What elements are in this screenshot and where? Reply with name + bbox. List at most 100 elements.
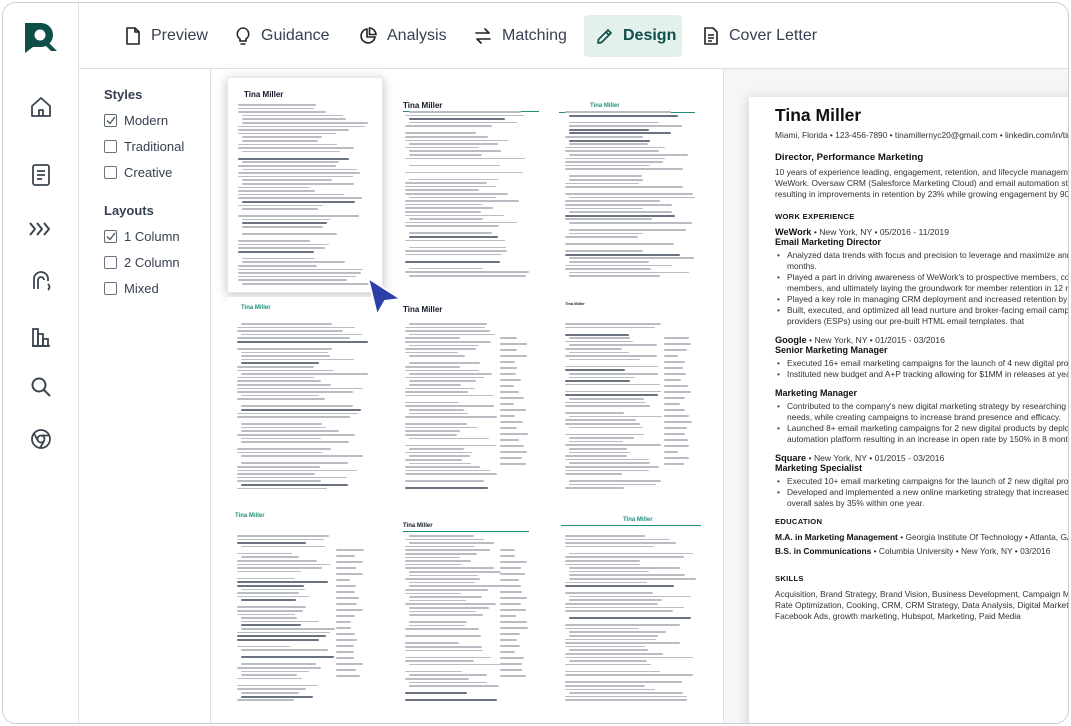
bar-chart-icon[interactable] [27, 323, 55, 351]
thumb-text-line [237, 567, 323, 569]
checkbox[interactable] [104, 282, 117, 295]
tab-analysis[interactable]: Analysis [347, 15, 459, 57]
tab-preview[interactable]: Preview [113, 15, 220, 57]
tab-guidance[interactable]: Guidance [223, 15, 342, 57]
thumb-text-line [565, 624, 681, 626]
thumb-text-line [241, 656, 334, 659]
bullet-line: months. [787, 261, 817, 271]
template-thumb[interactable]: Tina Miller [227, 297, 383, 497]
thumb-text-line [565, 656, 694, 659]
option-label: Creative [124, 165, 173, 180]
layout-option-mixed[interactable]: Mixed [104, 281, 159, 296]
education-detail: • Georgia Institute Of Technology • Atla… [900, 532, 1068, 542]
home-icon[interactable] [27, 93, 55, 121]
company-name: Google [775, 335, 807, 345]
layout-option-1-column[interactable]: 1 Column [104, 229, 180, 244]
search-icon[interactable] [27, 373, 55, 401]
thumb-text-line [409, 599, 467, 602]
bullet-line: automation platform resulting in an incr… [787, 434, 1068, 444]
tab-cover-letter[interactable]: Cover Letter [691, 15, 829, 57]
thumb-text-line [565, 469, 649, 472]
style-option-modern[interactable]: Modern [104, 113, 168, 128]
template-thumb-selected[interactable]: Tina Miller [227, 77, 383, 293]
accent-rule [403, 531, 529, 533]
chevrons-icon[interactable] [27, 215, 55, 243]
thumb-text-line [241, 441, 349, 443]
job-role: Senior Marketing Manager [775, 345, 888, 355]
speech-icon[interactable] [27, 267, 55, 295]
thumb-sidebar-line [664, 367, 684, 369]
thumb-text-line [241, 599, 296, 602]
checkbox[interactable] [104, 166, 117, 179]
thumb-text-line [405, 250, 507, 252]
template-thumb[interactable]: Tina Miller [555, 509, 711, 709]
summary-line: 10 years of experience leading, engageme… [775, 167, 1068, 177]
template-thumb[interactable]: Tina Miller [395, 509, 545, 709]
job-bullets: Analyzed data trends with focus and prec… [775, 250, 1068, 327]
job-location-dates: • New York, NY • 01/2015 - 03/2016 [808, 453, 945, 463]
skills-line: Acquisition, Brand Strategy, Brand Visio… [775, 589, 1068, 599]
thumb-sidebar-line [500, 621, 528, 623]
thumb-text-line [409, 380, 476, 382]
template-thumb[interactable]: Tina Miller [555, 297, 711, 497]
thumb-text-line [565, 355, 657, 357]
thumb-text-line [405, 193, 508, 195]
template-thumb[interactable]: Tina Miller [395, 85, 545, 285]
template-thumb[interactable]: Tina Miller [555, 85, 711, 285]
thumb-text-line [241, 588, 306, 591]
thumb-text-line [405, 563, 462, 566]
thumb-text-line [405, 326, 486, 329]
thumb-text-line [238, 279, 347, 281]
thumb-text-line [565, 405, 650, 407]
thumb-text-line [565, 326, 656, 329]
sidebar-rail [3, 3, 79, 723]
thumb-text-line [565, 340, 634, 343]
thumb-text-line [241, 620, 319, 623]
thumb-sidebar-line [336, 609, 363, 611]
thumb-text-line [565, 458, 649, 461]
thumb-text-line [409, 542, 494, 544]
chrome-icon[interactable] [27, 425, 55, 453]
layout-option-2-column[interactable]: 2 Column [104, 255, 180, 270]
checkbox[interactable] [104, 140, 117, 153]
tab-design[interactable]: Design [584, 15, 682, 57]
tab-matching[interactable]: Matching [462, 15, 579, 57]
thumb-text-line [405, 466, 481, 468]
thumb-text-line [405, 391, 468, 393]
thumb-text-line [238, 272, 362, 274]
thumb-text-line [241, 674, 297, 676]
thumb-sidebar-line [336, 669, 356, 671]
thumb-text-line [237, 480, 321, 482]
style-option-creative[interactable]: Creative [104, 165, 172, 180]
bullet-line: Launched 8+ email marketing campaigns fo… [775, 423, 1068, 434]
checkbox[interactable] [104, 256, 117, 269]
style-option-traditional[interactable]: Traditional [104, 139, 184, 154]
thumb-text-line [409, 267, 484, 270]
thumb-sidebar-line [500, 439, 520, 441]
file-icon [126, 27, 140, 45]
bullet-line: members, and ultimately laying the groun… [787, 283, 1068, 293]
thumb-text-line [237, 451, 323, 454]
thumb-text-line [237, 380, 322, 382]
thumb-sidebar-line [664, 343, 692, 345]
resume-name: Tina Miller [775, 105, 862, 125]
template-thumb[interactable]: Tina Miller [227, 509, 383, 709]
thumb-text-line [409, 571, 502, 573]
app-logo[interactable] [19, 19, 63, 55]
tab-label: Design [623, 27, 677, 44]
thumb-sidebar-line [336, 573, 364, 575]
degree: B.S. in Communications [775, 546, 872, 556]
thumb-text-line [565, 699, 688, 701]
thumb-text-line [409, 462, 471, 465]
thumb-text-line [565, 394, 658, 397]
thumb-sidebar-line [336, 639, 358, 641]
document-list-icon[interactable] [27, 161, 55, 189]
thumb-sidebar-line [664, 451, 679, 453]
thumb-text-line [569, 139, 651, 142]
job-role: Marketing Manager [775, 388, 858, 398]
thumb-text-line [565, 688, 656, 691]
checkbox-checked[interactable] [104, 114, 117, 127]
thumb-text-line [405, 426, 478, 429]
template-thumb[interactable]: Tina Miller [395, 297, 545, 497]
checkbox-checked[interactable] [104, 230, 117, 243]
